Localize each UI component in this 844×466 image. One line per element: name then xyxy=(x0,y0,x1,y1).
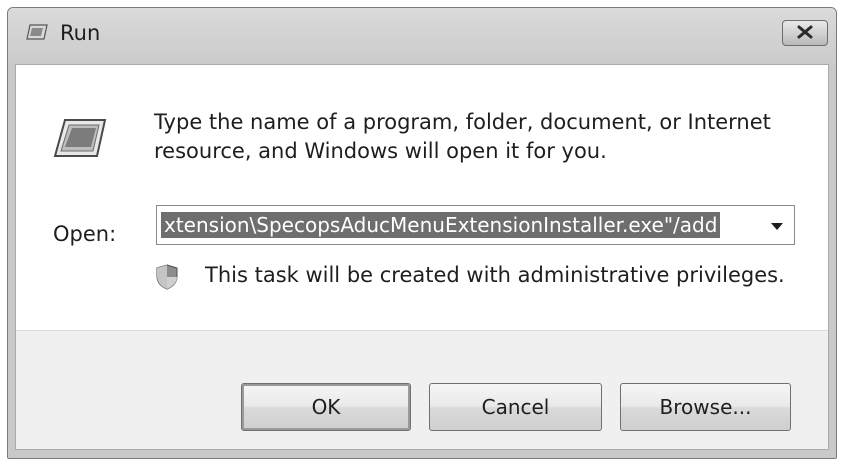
dialog-description: Type the name of a program, folder, docu… xyxy=(154,110,771,163)
button-bar: OK Cancel Browse... xyxy=(16,330,828,449)
run-dialog: Run Type the name of a program, folder, … xyxy=(7,7,837,459)
cancel-button[interactable]: Cancel xyxy=(429,383,602,431)
open-input[interactable]: xtension\SpecopsAducMenuExtensionInstall… xyxy=(161,212,721,238)
chevron-down-icon xyxy=(770,216,784,235)
admin-privileges-notice: This task will be created with administr… xyxy=(205,263,785,287)
dropdown-button[interactable] xyxy=(760,206,794,244)
open-label: Open: xyxy=(53,222,117,246)
close-button[interactable] xyxy=(782,20,828,46)
title-bar[interactable]: Run xyxy=(8,8,836,64)
close-icon xyxy=(796,24,814,43)
run-icon xyxy=(26,24,48,40)
ok-button[interactable]: OK xyxy=(241,383,411,431)
browse-button[interactable]: Browse... xyxy=(620,383,791,431)
shield-icon xyxy=(156,264,178,290)
window-title: Run xyxy=(60,21,101,45)
open-combobox[interactable]: xtension\SpecopsAducMenuExtensionInstall… xyxy=(156,205,795,245)
dialog-body: Type the name of a program, folder, docu… xyxy=(15,64,829,450)
run-icon xyxy=(53,117,107,159)
